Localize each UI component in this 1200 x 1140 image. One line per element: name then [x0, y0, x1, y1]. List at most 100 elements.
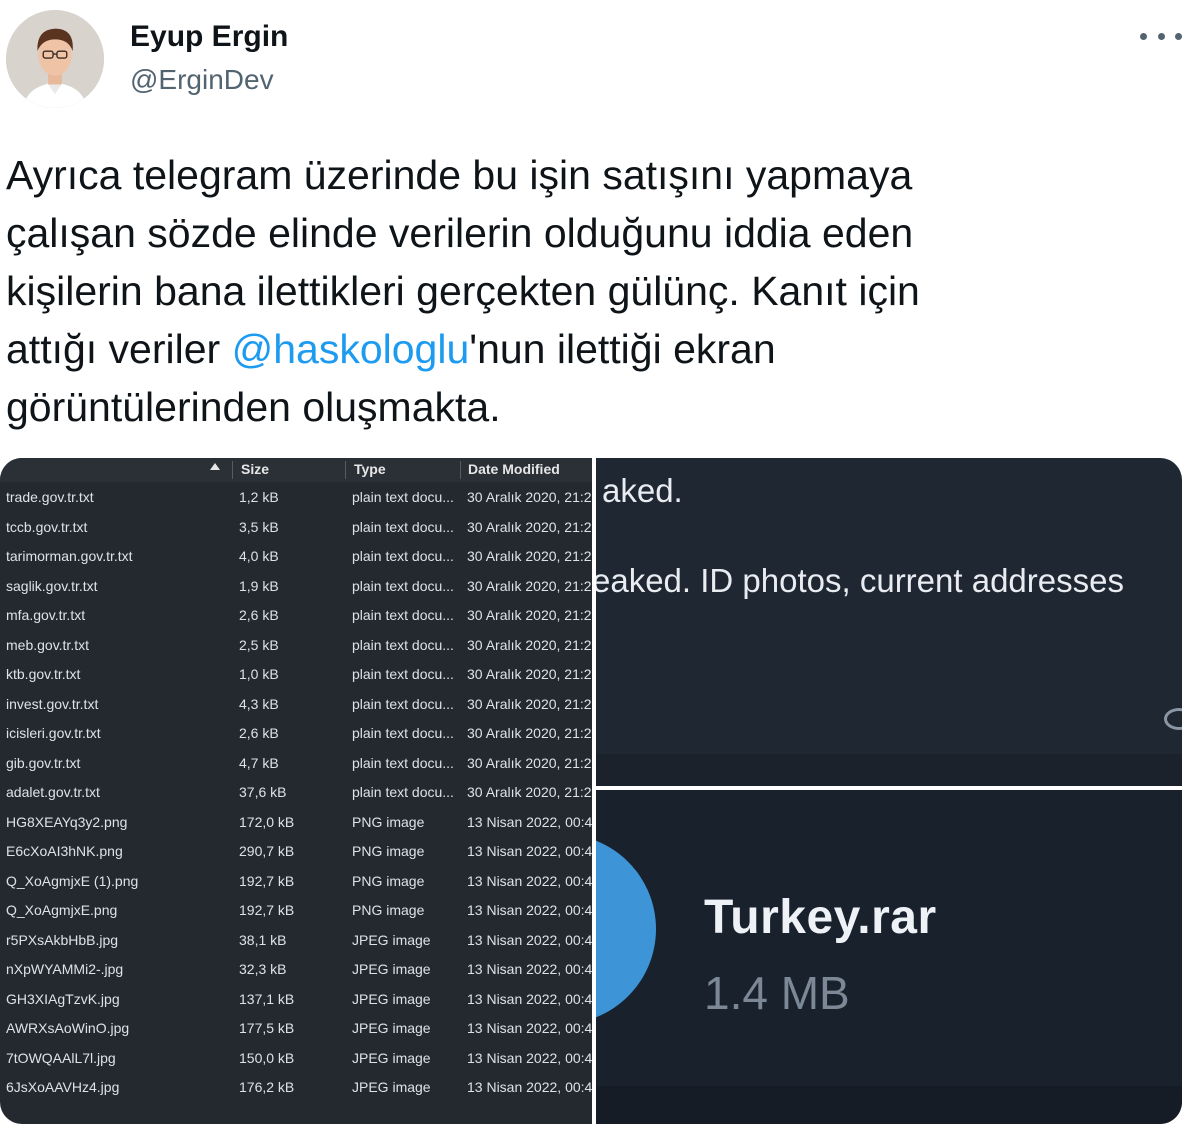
- file-type: PNG image: [352, 813, 425, 830]
- telegram-message-screenshot[interactable]: aked. eaked. ID photos, current addresse…: [596, 458, 1182, 786]
- file-date: 30 Aralık 2020, 21:2: [467, 784, 592, 800]
- message-line-1: aked.: [602, 472, 683, 509]
- file-row[interactable]: gib.gov.tr.txt 4,7 kB plain text docu... 30…: [0, 748, 592, 778]
- file-row[interactable]: AWRXsAoWinO.jpg 177,5 kB JPEG image 13 Nisa…: [0, 1013, 592, 1043]
- file-type: plain text docu...: [352, 784, 454, 800]
- file-size: 1,2 kB: [239, 489, 279, 505]
- file-date: 13 Nisan 2022, 00:4: [467, 1079, 592, 1095]
- telegram-file-icon: [596, 834, 656, 1024]
- file-row[interactable]: nXpWYAMMi2-.jpg 32,3 kB JPEG image 13 Nisan…: [0, 954, 592, 984]
- file-size: 176,2 kB: [239, 1079, 295, 1095]
- file-type: plain text docu...: [352, 754, 454, 771]
- file-date: 30 Aralık 2020, 21:2: [467, 489, 592, 505]
- file-row[interactable]: adalet.gov.tr.txt 37,6 kB plain text docu.…: [0, 777, 592, 807]
- file-type: PNG image: [352, 843, 425, 859]
- file-row[interactable]: HG8XEAYq3y2.png 172,0 kB PNG image 13 Nisan…: [0, 807, 592, 837]
- file-manager-screenshot[interactable]: Size Type Date Modified trade.gov.tr.txt…: [0, 458, 592, 1124]
- avatar-photo: [6, 10, 104, 108]
- file-row[interactable]: mfa.gov.tr.txt 2,6 kB plain text docu... 30…: [0, 600, 592, 630]
- author-name[interactable]: Eyup Ergin: [130, 20, 288, 54]
- file-row[interactable]: E6cXoAI3hNK.png 290,7 kB PNG image 13 Nisan…: [0, 836, 592, 866]
- file-date: 30 Aralık 2020, 21:2: [467, 577, 592, 594]
- file-row[interactable]: Q_XoAgmjxE (1).png 192,7 kB PNG image 13 Ni…: [0, 866, 592, 896]
- file-name: GH3XIAgTzvK.jpg: [6, 990, 120, 1007]
- sort-ascending-icon: [210, 463, 220, 470]
- column-separator: [460, 461, 461, 479]
- file-name: 7tOWQAAlL7l.jpg: [6, 1049, 116, 1066]
- file-name: 6JsXoAAVHz4.jpg: [6, 1079, 120, 1095]
- file-size: 4,7 kB: [239, 754, 279, 771]
- attachment-filename: Turkey.rar: [704, 891, 937, 944]
- telegram-attachment-screenshot[interactable]: Turkey.rar 1.4 MB: [596, 790, 1182, 1124]
- file-size: 192,7 kB: [239, 872, 295, 889]
- file-name: icisleri.gov.tr.txt: [6, 725, 101, 741]
- file-date: 30 Aralık 2020, 21:2: [467, 607, 592, 623]
- file-name: adalet.gov.tr.txt: [6, 784, 100, 800]
- file-size: 177,5 kB: [239, 1020, 295, 1036]
- dot: [1175, 32, 1182, 40]
- tweet: Eyup Ergin @ErginDev Ayrıca telegram üze…: [0, 0, 1200, 1140]
- file-row[interactable]: 6JsXoAAVHz4.jpg 176,2 kB JPEG image 13 Nisa…: [0, 1072, 592, 1102]
- file-date: 13 Nisan 2022, 00:4: [467, 961, 592, 977]
- file-type: PNG image: [352, 902, 425, 918]
- file-type: JPEG image: [352, 931, 431, 948]
- header-size: Size: [241, 461, 270, 477]
- file-date: 30 Aralık 2020, 21:2: [467, 725, 592, 741]
- dot: [1140, 32, 1147, 40]
- avatar[interactable]: [6, 10, 104, 108]
- file-name: trade.gov.tr.txt: [6, 489, 94, 505]
- file-name: saglik.gov.tr.txt: [6, 577, 98, 594]
- file-row[interactable]: meb.gov.tr.txt 2,5 kB plain text docu... 30…: [0, 630, 592, 660]
- file-row[interactable]: trade.gov.tr.txt 1,2 kB plain text docu...…: [0, 482, 592, 512]
- file-type: plain text docu...: [352, 666, 454, 682]
- file-row[interactable]: saglik.gov.tr.txt 1,9 kB plain text docu..…: [0, 571, 592, 601]
- media-grid[interactable]: Size Type Date Modified trade.gov.tr.txt…: [0, 458, 1182, 1124]
- file-row[interactable]: 7tOWQAAlL7l.jpg 150,0 kB JPEG image 13 Nisa…: [0, 1043, 592, 1073]
- file-date: 13 Nisan 2022, 00:4: [467, 843, 592, 859]
- eye-icon: [1164, 708, 1182, 730]
- message-line-2: eaked. ID photos, current addresses: [596, 562, 1124, 599]
- file-type: plain text docu...: [352, 607, 454, 623]
- file-type: plain text docu...: [352, 518, 454, 535]
- file-name: ktb.gov.tr.txt: [6, 666, 81, 682]
- file-name: nXpWYAMMi2-.jpg: [6, 961, 124, 977]
- file-size: 2,6 kB: [239, 725, 279, 741]
- file-row[interactable]: invest.gov.tr.txt 4,3 kB plain text docu..…: [0, 689, 592, 719]
- tweet-text: Ayrıca telegram üzerinde bu işin satışın…: [6, 146, 1186, 436]
- file-date: 13 Nisan 2022, 00:4: [467, 902, 592, 918]
- file-size: 3,5 kB: [239, 518, 279, 535]
- file-row[interactable]: r5PXsAkbHbB.jpg 38,1 kB JPEG image 13 Nisan…: [0, 925, 592, 955]
- file-list-header: Size Type Date Modified: [0, 458, 592, 482]
- file-name: r5PXsAkbHbB.jpg: [6, 931, 119, 948]
- mention-link[interactable]: @haskologlu: [232, 326, 470, 372]
- file-size: 172,0 kB: [239, 813, 295, 830]
- file-date: 13 Nisan 2022, 00:4: [467, 931, 592, 948]
- file-type: JPEG image: [352, 1079, 431, 1095]
- file-size: 32,3 kB: [239, 961, 287, 977]
- file-name: tarimorman.gov.tr.txt: [6, 548, 133, 564]
- file-size: 137,1 kB: [239, 990, 295, 1007]
- file-type: plain text docu...: [352, 636, 454, 653]
- file-row[interactable]: ktb.gov.tr.txt 1,0 kB plain text docu... 30…: [0, 659, 592, 689]
- file-size: 4,3 kB: [239, 695, 279, 712]
- file-size: 290,7 kB: [239, 843, 295, 859]
- file-name: invest.gov.tr.txt: [6, 695, 99, 712]
- file-row[interactable]: tarimorman.gov.tr.txt 4,0 kB plain text do…: [0, 541, 592, 571]
- file-row[interactable]: icisleri.gov.tr.txt 2,6 kB plain text docu…: [0, 718, 592, 748]
- header-type: Type: [354, 461, 386, 477]
- file-size: 192,7 kB: [239, 902, 295, 918]
- file-size: 38,1 kB: [239, 931, 287, 948]
- file-name: meb.gov.tr.txt: [6, 636, 89, 653]
- file-date: 30 Aralık 2020, 21:2: [467, 666, 592, 682]
- author-handle[interactable]: @ErginDev: [130, 64, 274, 96]
- file-row[interactable]: tccb.gov.tr.txt 3,5 kB plain text docu... 3…: [0, 512, 592, 542]
- more-horizontal-icon[interactable]: [1140, 24, 1182, 48]
- file-name: mfa.gov.tr.txt: [6, 607, 86, 623]
- file-date: 30 Aralık 2020, 21:2: [467, 636, 592, 653]
- file-row[interactable]: Q_XoAgmjxE.png 192,7 kB PNG image 13 Nisan …: [0, 895, 592, 925]
- file-type: plain text docu...: [352, 489, 454, 505]
- file-name: Q_XoAgmjxE.png: [6, 902, 118, 918]
- file-size: 4,0 kB: [239, 548, 279, 564]
- file-row[interactable]: GH3XIAgTzvK.jpg 137,1 kB JPEG image 13 Nisa…: [0, 984, 592, 1014]
- file-name: AWRXsAoWinO.jpg: [6, 1020, 130, 1036]
